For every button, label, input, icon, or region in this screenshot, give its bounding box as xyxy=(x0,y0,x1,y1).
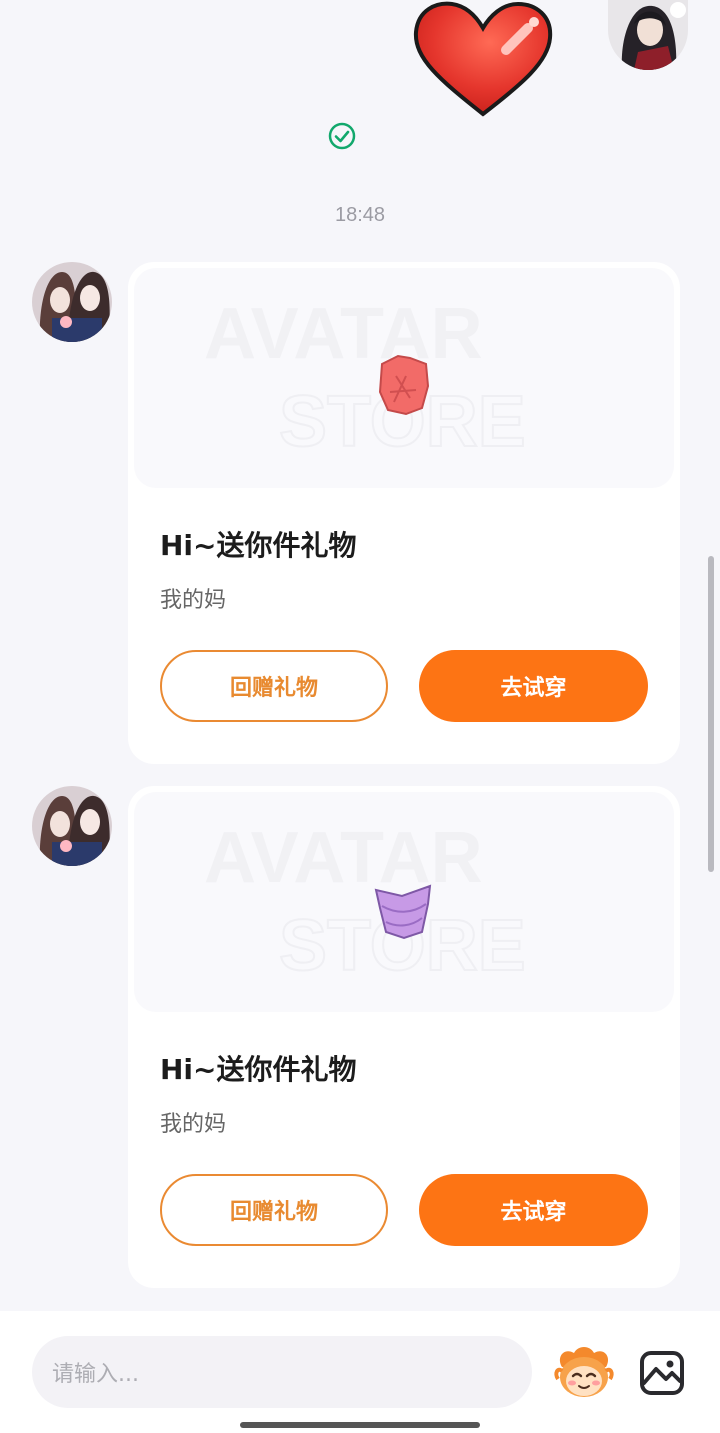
gift-card[interactable]: AVATAR STORE Hi~送你件礼物 我的妈 回赠礼物 去试穿 xyxy=(128,262,680,764)
scrollbar[interactable] xyxy=(708,556,714,872)
gift-preview[interactable]: AVATAR STORE xyxy=(134,268,674,488)
red-shirt-icon xyxy=(378,354,430,416)
sent-check-icon xyxy=(328,122,356,150)
message-timestamp: 18:48 xyxy=(334,204,386,226)
gift-preview[interactable]: AVATAR STORE xyxy=(134,792,674,1012)
heart-sticker xyxy=(413,1,553,117)
purple-top-icon xyxy=(374,884,432,940)
gift-title: Hi~送你件礼物 xyxy=(160,1053,357,1086)
message-input[interactable]: 请输入... xyxy=(32,1336,532,1408)
emoji-button-icon[interactable] xyxy=(554,1343,614,1401)
gift-card[interactable]: AVATAR STORE Hi~送你件礼物 我的妈 回赠礼物 去试穿 xyxy=(128,786,680,1288)
return-gift-button[interactable]: 回赠礼物 xyxy=(160,650,388,722)
self-avatar[interactable] xyxy=(608,0,688,70)
gift-subtitle: 我的妈 xyxy=(160,1112,227,1137)
sender-avatar[interactable] xyxy=(32,262,112,342)
home-indicator[interactable] xyxy=(240,1422,480,1428)
input-bar: 请输入... xyxy=(0,1311,720,1433)
sender-avatar[interactable] xyxy=(32,786,112,866)
gift-title: Hi~送你件礼物 xyxy=(160,529,357,562)
try-on-button[interactable]: 去试穿 xyxy=(419,650,648,722)
try-on-button[interactable]: 去试穿 xyxy=(419,1174,648,1246)
return-gift-button[interactable]: 回赠礼物 xyxy=(160,1174,388,1246)
image-button-icon[interactable] xyxy=(638,1349,686,1397)
gift-subtitle: 我的妈 xyxy=(160,588,227,613)
